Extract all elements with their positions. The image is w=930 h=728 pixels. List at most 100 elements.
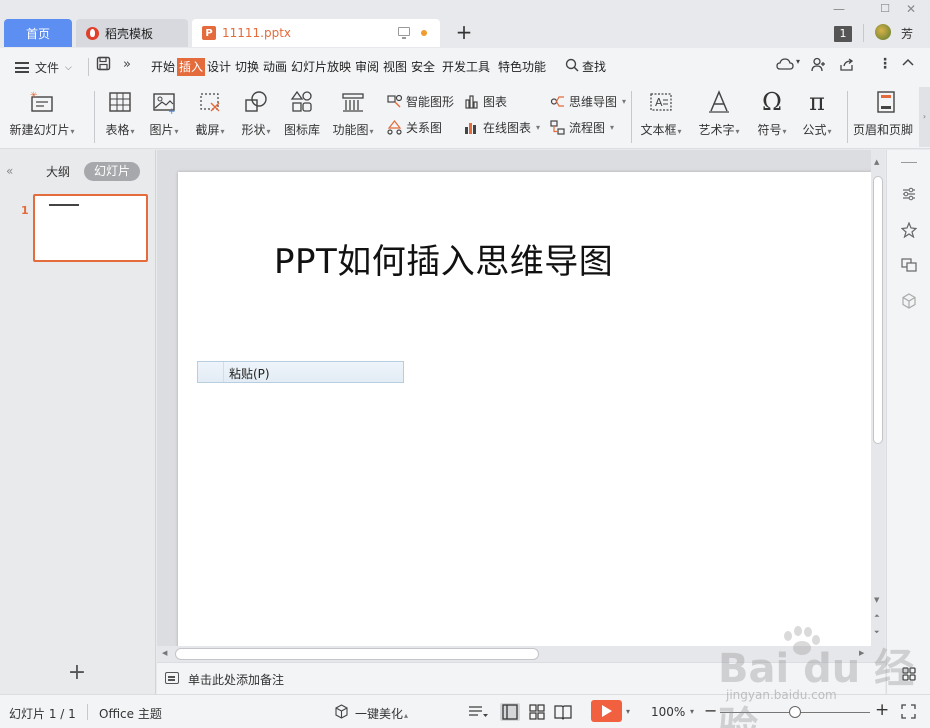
collapse-ribbon-icon[interactable] [901,55,915,73]
relation-chart-button[interactable]: 关系图 [387,118,442,136]
beautify-button[interactable]: 一键美化▴ [355,705,408,722]
shape-button[interactable]: 形状▾ [236,89,276,138]
tab-home-label: 首页 [25,26,50,41]
function-chart-button[interactable]: 功能图▾ [330,89,376,138]
more-options-icon[interactable]: ⋮ [878,56,892,72]
divider [87,704,88,720]
zoom-level[interactable]: 100% [651,705,685,719]
scroll-right-icon[interactable]: ▶ [859,649,864,657]
theme-name[interactable]: Office 主题 [99,705,162,722]
tab-slides[interactable]: 幻灯片 [84,162,140,181]
play-slideshow-button[interactable] [591,700,622,722]
animation-star-icon[interactable] [900,221,918,239]
new-slide-button[interactable]: ✳ 新建幻灯片▾ [9,89,75,138]
user-name[interactable]: 芳 [901,25,913,42]
formula-button[interactable]: π 公式▾ [798,89,836,138]
zoom-slider-handle[interactable] [789,706,801,718]
tab-slideshow[interactable]: 幻灯片放映 [290,58,352,76]
collaborate-icon[interactable] [811,57,827,76]
flowchart-button[interactable]: 流程图 ▾ [550,118,614,136]
slide-thumbnail[interactable] [33,194,148,262]
scroll-left-icon[interactable]: ◀ [162,649,167,657]
zoom-in-button[interactable]: + [875,700,889,720]
scroll-up-icon[interactable]: ▲ [874,158,879,166]
chevron-down-icon: ⌵ [65,62,72,73]
tab-start[interactable]: 开始 [150,58,176,76]
textbox-icon: A [648,89,674,115]
wordart-button[interactable]: 艺术字▾ [694,89,744,138]
slide-canvas: PPT如何插入思维导图 粘贴(P) [157,150,885,662]
ribbon-scroll-right-button[interactable]: › [919,87,930,147]
chevron-down-icon[interactable]: ▾ [796,57,800,66]
add-slide-button[interactable]: + [66,662,88,684]
table-button[interactable]: 表格▾ [102,89,138,138]
chevron-down-icon[interactable]: ▾ [626,707,630,716]
tab-view[interactable]: 视图 [382,58,408,76]
symbol-button[interactable]: Ω 符号▾ [753,89,791,138]
picture-button[interactable]: + 图片▾ [146,89,182,138]
vertical-scrollbar[interactable]: ▲ ▼ ⏶ ⏷ [871,150,885,662]
screenshot-button[interactable]: 截屏▾ [190,89,230,138]
notes-pane[interactable]: 单击此处添加备注 [157,662,885,694]
tab-review[interactable]: 审阅 [354,58,380,76]
normal-view-button[interactable] [500,703,520,721]
monitor-icon[interactable] [398,27,410,39]
minimize-button[interactable]: — [829,2,849,16]
new-slide-icon: ✳ [29,89,55,115]
account-count-badge[interactable]: 1 [834,26,852,42]
icon-library-button[interactable]: 图标库 [282,89,322,138]
tab-developer[interactable]: 开发工具 [441,58,491,76]
transition-icon[interactable] [901,257,917,273]
smart-art-button[interactable]: 智能图形 [387,92,454,110]
tab-design[interactable]: 设计 [206,58,232,76]
file-menu-button[interactable]: 文件 ⌵ [15,59,72,76]
horizontal-scroll-thumb[interactable] [175,648,539,660]
scroll-down-icon[interactable]: ▼ [874,596,879,604]
chart-button[interactable]: 图表 [464,92,507,110]
tab-transition[interactable]: 切换 [234,58,260,76]
horizontal-scrollbar[interactable]: ◀ ▶ [157,646,871,662]
context-menu-paste[interactable]: 粘贴(P) [229,365,270,382]
3d-cube-icon[interactable] [901,293,917,309]
mind-map-button[interactable]: 思维导图 ▾ [550,92,626,110]
prev-slide-icon[interactable]: ⏶ [874,612,880,621]
collapse-panel-icon[interactable]: « [6,164,13,178]
next-slide-icon[interactable]: ⏷ [874,628,880,637]
slide-sorter-view-button[interactable] [527,703,547,721]
tab-special[interactable]: 特色功能 [497,58,547,76]
avatar[interactable] [875,24,891,40]
header-footer-button[interactable]: 页眉和页脚 [853,89,919,138]
new-tab-button[interactable]: + [454,22,474,42]
slide[interactable]: PPT如何插入思维导图 粘贴(P) [178,172,872,650]
reading-view-button[interactable] [553,703,573,721]
tab-document[interactable]: P 11111.pptx [192,19,440,47]
zoom-out-button[interactable]: − [704,701,717,720]
settings-sliders-icon[interactable] [901,186,917,202]
slide-title[interactable]: PPT如何插入思维导图 [274,234,613,283]
search-icon[interactable] [565,58,579,76]
chevron-down-icon: ▾ [369,127,374,136]
tab-home[interactable]: 首页 [4,19,72,47]
grid-apps-icon[interactable] [901,666,917,682]
share-icon[interactable] [839,57,855,76]
maximize-button[interactable]: ☐ [875,2,895,15]
fit-window-icon[interactable] [901,704,916,722]
thumbnail-title-line [49,204,79,206]
tab-security[interactable]: 安全 [410,58,436,76]
tab-outline[interactable]: 大纲 [46,163,70,180]
search-label[interactable]: 查找 [581,58,607,76]
vertical-scroll-thumb[interactable] [873,176,883,444]
close-button[interactable]: ✕ [901,2,921,16]
save-icon[interactable] [96,56,111,75]
cloud-sync-icon[interactable] [776,57,794,75]
tab-animation[interactable]: 动画 [262,58,288,76]
beautify-icon[interactable] [334,704,349,722]
online-chart-button[interactable]: 在线图表 ▾ [464,118,540,136]
more-chevron-icon[interactable]: » [123,57,131,72]
chevron-down-icon[interactable]: ▾ [690,707,694,716]
notes-toggle-icon[interactable] [468,704,488,722]
textbox-button[interactable]: A 文本框▾ [638,89,684,138]
tab-insert[interactable]: 插入 [177,58,206,76]
tab-template[interactable]: 稻壳模板 [76,19,188,47]
notes-placeholder[interactable]: 单击此处添加备注 [188,671,284,688]
